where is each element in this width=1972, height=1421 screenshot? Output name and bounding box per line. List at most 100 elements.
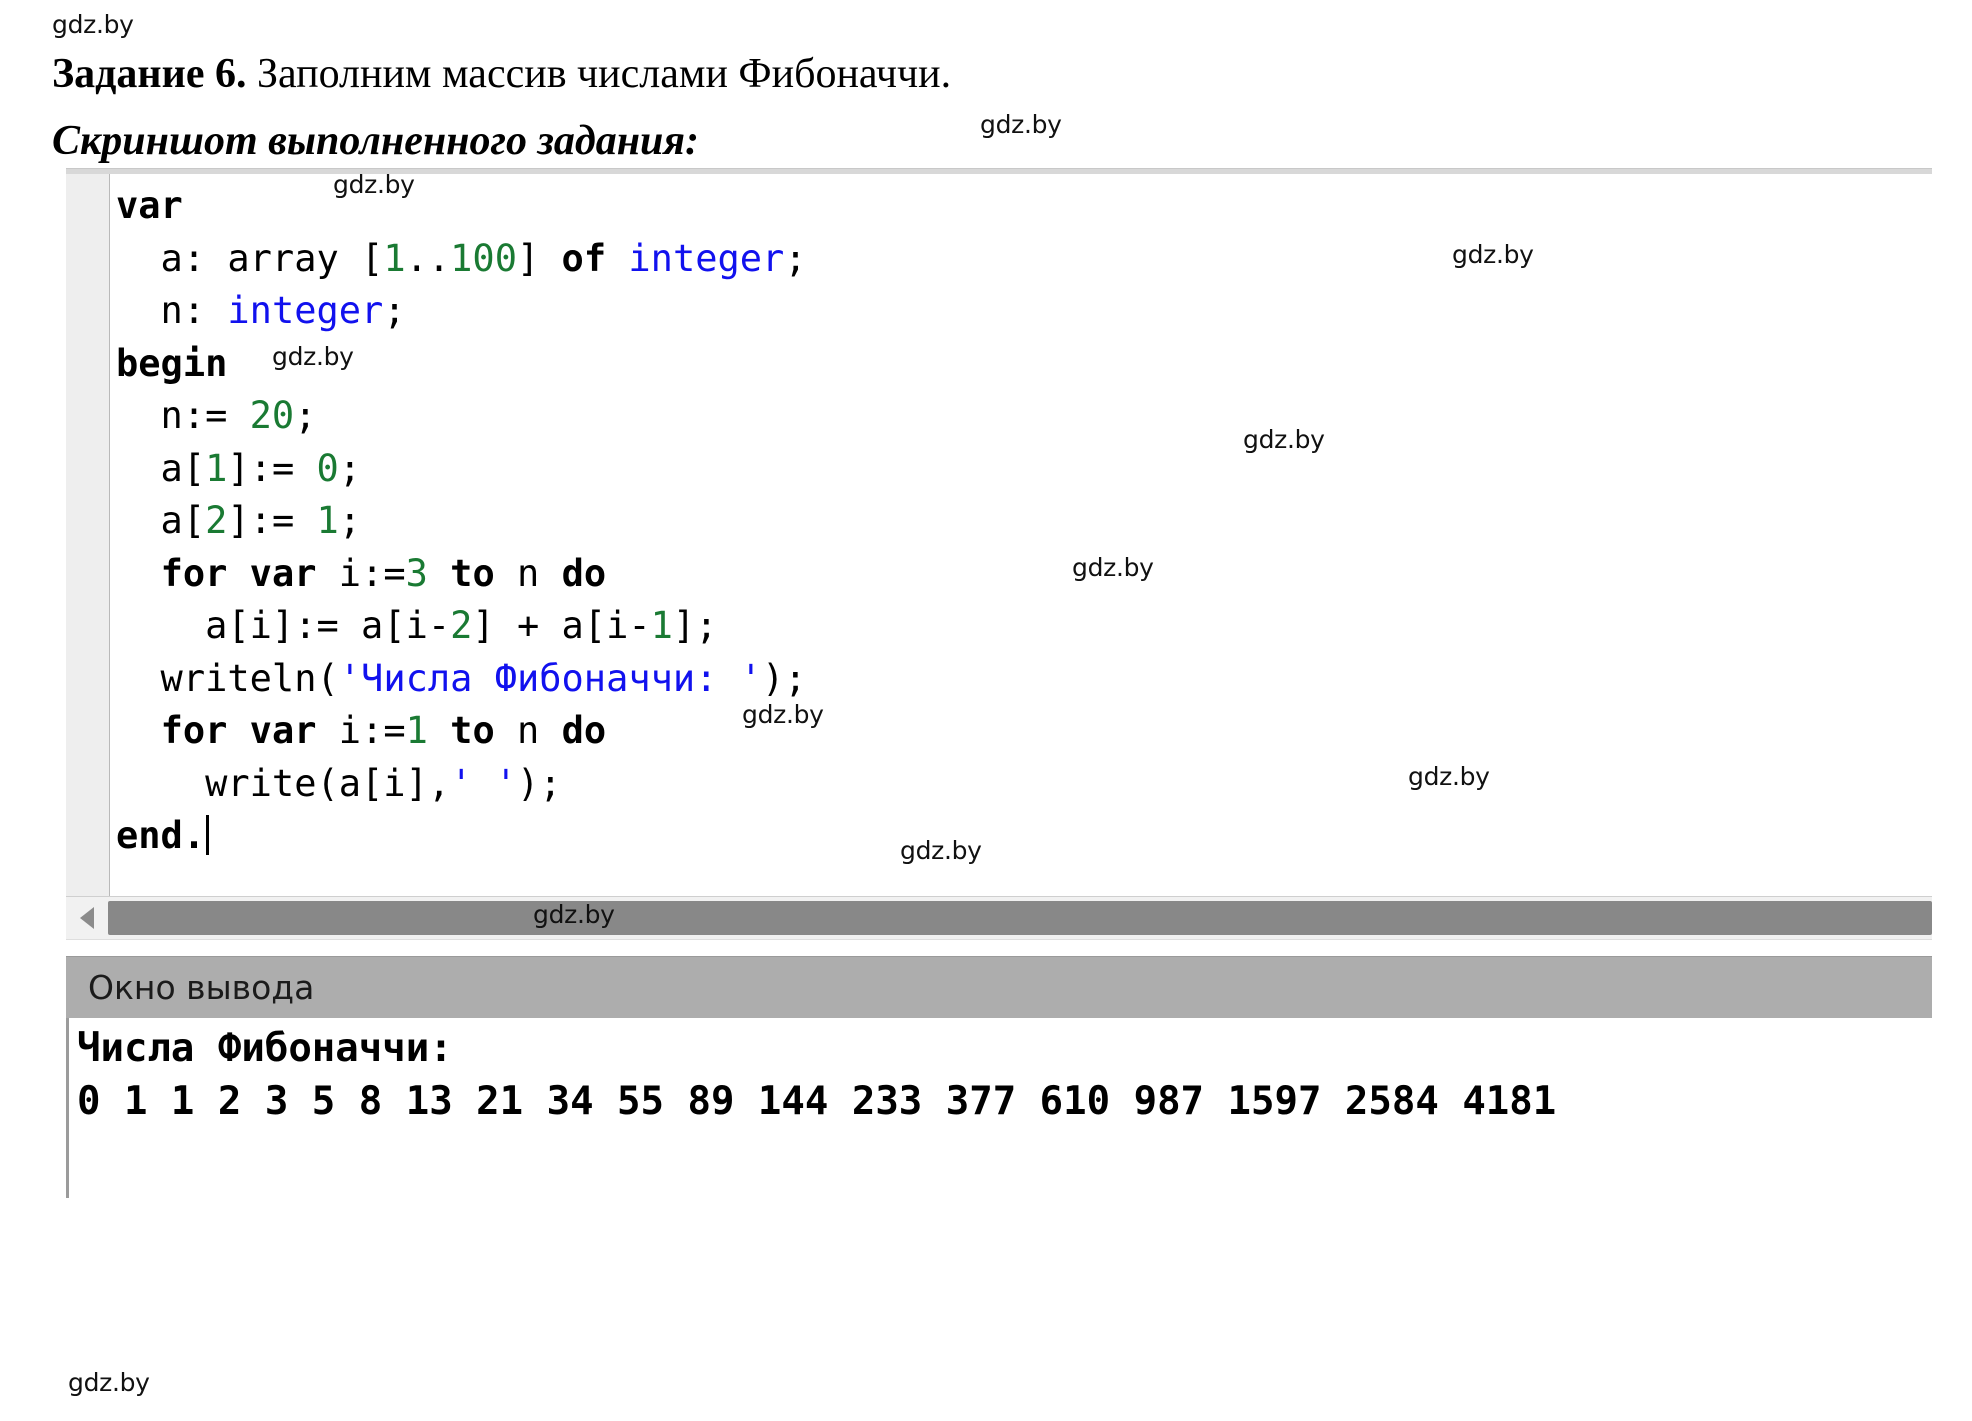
code-token-plain: ] + a[i- (472, 604, 651, 647)
code-token-str: 'Числа Фибоначчи: ' (338, 656, 763, 700)
code-token-plain: i:= (316, 551, 406, 595)
watermark: gdz.by (980, 110, 1062, 139)
code-token-str: ' ' (450, 761, 517, 805)
code-line: for var i:=1 to n do (110, 705, 1932, 758)
code-token-typ: integer (628, 236, 785, 280)
code-token-plain: n: (116, 289, 228, 332)
code-token-num: 1 (405, 709, 428, 752)
output-window-title: Окно вывода (88, 968, 315, 1007)
code-token-kw: for var (160, 551, 317, 595)
watermark: gdz.by (900, 836, 982, 865)
code-token-plain: ; (383, 289, 406, 332)
code-token-num: 2 (450, 604, 473, 647)
code-token-kw: do (561, 551, 607, 595)
code-token-plain: ); (516, 761, 562, 805)
code-token-plain: ; (784, 236, 807, 280)
code-token-num: 20 (249, 394, 295, 437)
code-line: a[1]:= 0; (110, 443, 1932, 496)
code-line: writeln('Числа Фибоначчи: '); (110, 653, 1932, 706)
code-line: end. (110, 810, 1932, 863)
code-line: for var i:=3 to n do (110, 548, 1932, 601)
code-token-plain: n:= (116, 394, 250, 437)
output-line: Числа Фибоначчи: (77, 1026, 453, 1071)
scrollbar-track[interactable] (108, 897, 1932, 939)
scrollbar-thumb[interactable] (108, 901, 1932, 935)
code-token-num: 0 (316, 446, 339, 490)
code-token-num: 1 (383, 236, 406, 280)
text-caret (206, 815, 210, 855)
code-token-num: 100 (450, 236, 517, 280)
code-line: n:= 20; (110, 390, 1932, 443)
code-editor[interactable]: var a: array [1..100] of integer; n: int… (66, 174, 1932, 896)
code-token-plain: .. (405, 236, 451, 280)
document-heading: Задание 6. Заполним массив числами Фибон… (52, 48, 1652, 168)
code-token-kw: do (561, 709, 607, 752)
code-line: a[i]:= a[i-2] + a[i-1]; (110, 600, 1932, 653)
code-token-kw: of (561, 236, 607, 280)
task-line: Задание 6. Заполним массив числами Фибон… (52, 48, 1652, 100)
code-line: begin (110, 338, 1932, 391)
code-token-plain: n (494, 551, 562, 595)
code-token-plain: n (494, 709, 562, 752)
code-token-plain: ); (762, 656, 807, 700)
watermark: gdz.by (1408, 762, 1490, 791)
code-token-plain: a[ (116, 499, 206, 542)
code-token-plain: ] (516, 236, 562, 280)
watermark: gdz.by (333, 170, 415, 199)
code-token-num: 1 (205, 446, 228, 490)
code-token-kw: for var (160, 709, 317, 752)
scroll-left-button[interactable] (66, 897, 108, 939)
output-line: 0 1 1 2 3 5 8 13 21 34 55 89 144 233 377… (77, 1079, 1557, 1124)
watermark: gdz.by (1072, 553, 1154, 582)
code-token-plain: writeln( (116, 656, 339, 700)
panel-separator (66, 940, 1932, 956)
watermark: gdz.by (742, 700, 824, 729)
screenshot-label: Скриншот выполненного задания: (52, 118, 700, 164)
editor-horizontal-scrollbar[interactable] (66, 896, 1932, 940)
code-token-num: 1 (316, 499, 339, 542)
code-token-plain: ]:= (227, 446, 317, 490)
code-token-plain: ]; (672, 604, 718, 647)
watermark: gdz.by (1452, 240, 1534, 269)
code-token-typ: integer (227, 289, 384, 332)
code-token-num: 3 (405, 551, 428, 595)
task-label: Задание 6. (52, 51, 247, 97)
code-token-num: 2 (205, 499, 228, 542)
code-token-plain: i:= (316, 709, 406, 752)
editor-gutter (66, 174, 110, 896)
watermark: gdz.by (533, 900, 615, 929)
code-token-num: 1 (650, 604, 673, 647)
task-text: Заполним массив числами Фибоначчи. (256, 51, 952, 97)
code-token-plain: a[i]:= a[i- (116, 604, 451, 647)
code-token-kw: begin (116, 341, 228, 385)
output-window-header[interactable]: Окно вывода (66, 956, 1932, 1018)
code-token-plain: ; (294, 394, 317, 437)
output-window-body[interactable]: Числа Фибоначчи: 0 1 1 2 3 5 8 13 21 34 5… (66, 1018, 1932, 1198)
triangle-left-icon (80, 907, 94, 929)
code-token-kw: var (116, 184, 183, 227)
code-line: a[2]:= 1; (110, 495, 1932, 548)
code-token-plain: a: array [ (116, 236, 384, 280)
code-line: a: array [1..100] of integer; (110, 233, 1932, 286)
ide-window: var a: array [1..100] of integer; n: int… (66, 168, 1932, 1198)
code-line: write(a[i],' '); (110, 758, 1932, 811)
watermark: gdz.by (272, 342, 354, 371)
code-text-area[interactable]: var a: array [1..100] of integer; n: int… (110, 174, 1932, 896)
code-token-kw: to (450, 709, 495, 752)
watermark: gdz.by (68, 1368, 150, 1397)
code-token-plain: write(a[i], (116, 761, 451, 805)
code-token-plain: ; (338, 499, 362, 542)
watermark: gdz.by (1243, 425, 1325, 454)
code-token-plain: ; (338, 446, 362, 490)
watermark: gdz.by (52, 10, 134, 39)
code-token-plain: ]:= (227, 499, 317, 542)
code-token-plain: a[ (116, 446, 206, 490)
code-token-kw: to (450, 551, 495, 595)
code-line: n: integer; (110, 285, 1932, 338)
code-token-kw: end. (116, 814, 206, 857)
